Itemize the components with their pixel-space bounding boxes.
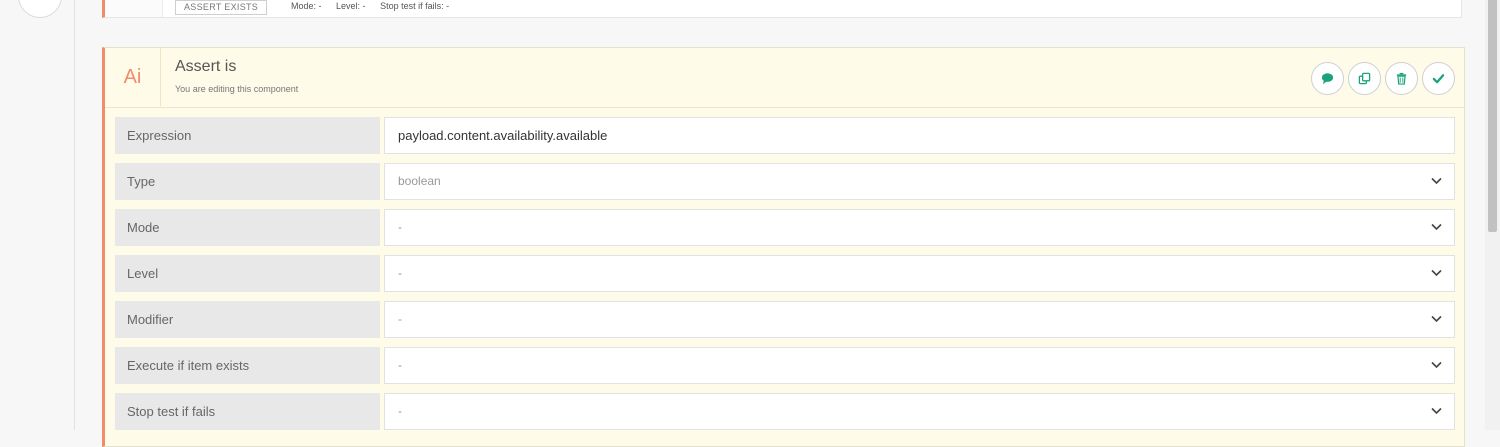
field-row-mode: Mode -: [115, 209, 1455, 246]
comment-icon: [1321, 73, 1334, 85]
select-value: boolean: [398, 174, 441, 188]
component-subtitle: You are editing this component: [175, 84, 299, 94]
select-value: -: [398, 220, 402, 234]
mode-meta: Mode: -: [291, 1, 322, 11]
comment-button[interactable]: [1311, 62, 1344, 95]
select-value: -: [398, 358, 402, 372]
check-icon: [1432, 74, 1445, 84]
field-row-stop-if-fails: Stop test if fails -: [115, 393, 1455, 430]
type-select[interactable]: boolean: [384, 163, 1455, 200]
assert-is-component-card: Ai Assert is You are editing this compon…: [102, 47, 1465, 447]
chevron-down-icon: [1431, 315, 1442, 323]
duplicate-icon: [1358, 72, 1371, 85]
select-value: -: [398, 266, 402, 280]
field-label: Level: [115, 255, 380, 292]
trash-icon: [1396, 72, 1407, 85]
field-row-level: Level -: [115, 255, 1455, 292]
field-row-modifier: Modifier -: [115, 301, 1455, 338]
chevron-down-icon: [1431, 361, 1442, 369]
chevron-down-icon: [1431, 223, 1442, 231]
step-circle[interactable]: [18, 0, 62, 18]
modifier-select[interactable]: -: [384, 301, 1455, 338]
level-meta: Level: -: [336, 1, 366, 11]
field-label: Type: [115, 163, 380, 200]
left-rail: [0, 0, 75, 430]
delete-button[interactable]: [1385, 62, 1418, 95]
field-label: Stop test if fails: [115, 393, 380, 430]
field-row-type: Type boolean: [115, 163, 1455, 200]
component-header: Ai Assert is You are editing this compon…: [105, 48, 1464, 108]
field-row-execute-if-exists: Execute if item exists -: [115, 347, 1455, 384]
duplicate-button[interactable]: [1348, 62, 1381, 95]
scrollbar-thumb[interactable]: [1488, 0, 1497, 232]
component-fields: Expression payload.content.availability.…: [115, 117, 1455, 439]
select-value: -: [398, 312, 402, 326]
mode-select[interactable]: -: [384, 209, 1455, 246]
component-title: Assert is: [175, 58, 237, 75]
assert-exists-badge: ASSERT EXISTS: [175, 0, 268, 15]
field-label: Expression: [115, 117, 380, 154]
stop-if-fails-select[interactable]: -: [384, 393, 1455, 430]
select-value: -: [398, 404, 402, 418]
execute-if-exists-select[interactable]: -: [384, 347, 1455, 384]
component-actions: [1311, 62, 1455, 95]
field-label: Execute if item exists: [115, 347, 380, 384]
field-label: Modifier: [115, 301, 380, 338]
assert-is-icon: Ai: [105, 48, 161, 106]
expression-input[interactable]: payload.content.availability.available: [384, 117, 1455, 154]
chevron-down-icon: [1431, 407, 1442, 415]
previous-component-icon-cell: [105, 0, 163, 17]
page-scrollbar[interactable]: [1485, 0, 1500, 430]
chevron-down-icon: [1431, 177, 1442, 185]
level-select[interactable]: -: [384, 255, 1455, 292]
field-label: Mode: [115, 209, 380, 246]
save-button[interactable]: [1422, 62, 1455, 95]
chevron-down-icon: [1431, 269, 1442, 277]
main-content: ASSERT EXISTS Mode: - Level: - Stop test…: [75, 0, 1485, 447]
previous-component-meta: Mode: - Level: - Stop test if fails: -: [291, 0, 461, 13]
previous-component-card[interactable]: ASSERT EXISTS Mode: - Level: - Stop test…: [102, 0, 1462, 18]
stop-meta: Stop test if fails: -: [380, 1, 450, 11]
field-row-expression: Expression payload.content.availability.…: [115, 117, 1455, 154]
